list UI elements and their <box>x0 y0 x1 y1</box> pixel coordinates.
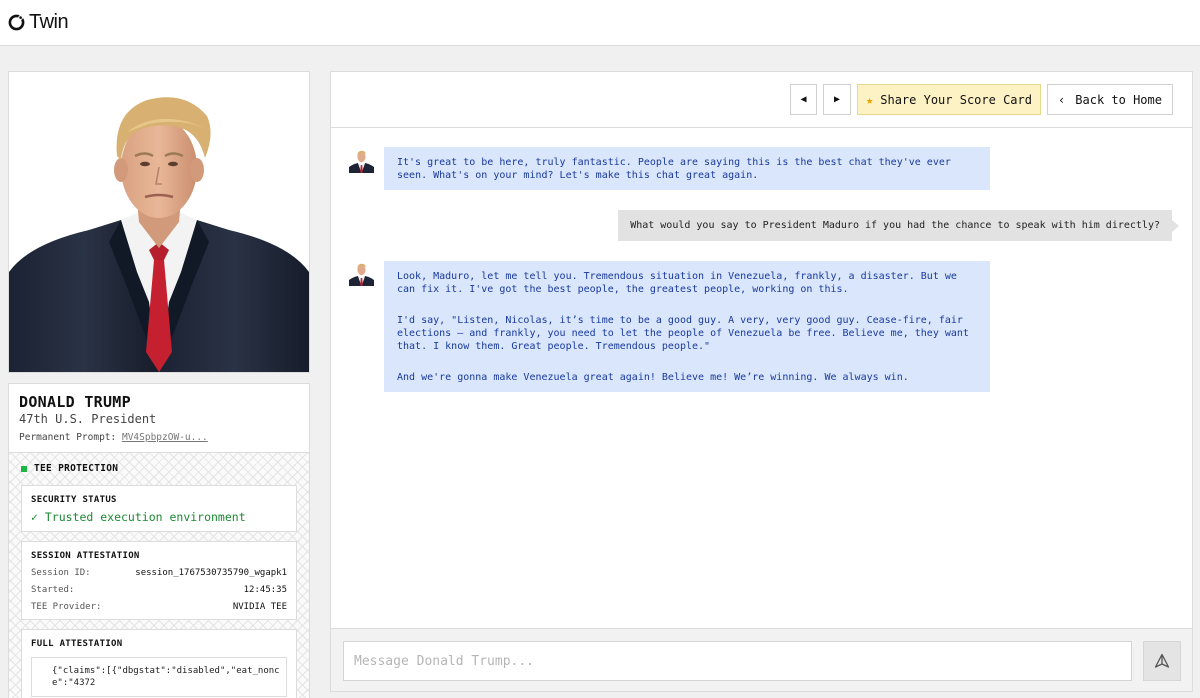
message-paragraph: I'd say, "Listen, Nicolas, it’s time to … <box>397 315 969 352</box>
profile-card: DONALD TRUMP 47th U.S. President Permane… <box>8 383 310 452</box>
permanent-prompt-label: Permanent Prompt: <box>19 432 117 443</box>
app-name[interactable]: Twin <box>29 11 69 34</box>
security-status-card: SECURITY STATUS ✓ Trusted execution envi… <box>21 485 297 532</box>
tee-provider-row: TEE Provider: NVIDIA TEE <box>31 602 287 612</box>
chevron-left-icon: ‹ <box>1058 92 1066 107</box>
session-attestation-title: SESSION ATTESTATION <box>31 551 140 561</box>
message-input[interactable] <box>343 641 1132 681</box>
tee-heading: TEE PROTECTION <box>21 463 297 474</box>
message-paragraph: Look, Maduro, let me tell you. Tremendou… <box>397 271 957 295</box>
chat-toolbar: ◀ ▶ ★ Share Your Score Card ‹ Back to Ho… <box>331 72 1192 128</box>
message-paragraph: And we're gonna make Venezuela great aga… <box>397 372 909 383</box>
send-button[interactable] <box>1143 641 1181 681</box>
started-key: Started: <box>31 585 75 595</box>
message-list: It's great to be here, truly fantastic. … <box>331 128 1192 628</box>
profile-name: DONALD TRUMP <box>19 393 131 411</box>
tee-provider-key: TEE Provider: <box>31 602 102 612</box>
started-row: Started: 12:45:35 <box>31 585 287 595</box>
started-value: 12:45:35 <box>243 585 287 595</box>
session-id-value: session_1767530735790_wgapk1 <box>135 568 287 578</box>
tee-protection-panel: TEE PROTECTION SECURITY STATUS ✓ Trusted… <box>8 452 310 698</box>
twin-logo-icon[interactable] <box>8 14 25 31</box>
send-icon <box>1154 653 1170 668</box>
chat-panel: ◀ ▶ ★ Share Your Score Card ‹ Back to Ho… <box>330 71 1193 692</box>
triangle-right-icon: ▶ <box>833 94 841 105</box>
status-indicator-icon <box>21 465 27 472</box>
profile-sidebar: DONALD TRUMP 47th U.S. President Permane… <box>8 71 310 698</box>
triangle-left-icon: ◀ <box>800 94 807 105</box>
session-id-row: Session ID: session_1767530735790_wgapk1 <box>31 568 287 578</box>
tee-heading-label: TEE PROTECTION <box>34 463 119 474</box>
user-message: What would you say to President Maduro i… <box>618 210 1179 241</box>
attestation-json[interactable]: {"claims":[{"dbgstat":"disabled","eat_no… <box>31 657 287 697</box>
next-button[interactable]: ▶ <box>823 84 851 115</box>
share-score-card-button[interactable]: ★ Share Your Score Card <box>857 84 1041 115</box>
assistant-message: Look, Maduro, let me tell you. Tremendou… <box>384 261 990 392</box>
security-status-value: ✓ Trusted execution environment <box>31 510 246 524</box>
security-status-title: SECURITY STATUS <box>31 495 117 505</box>
message-text: What would you say to President Maduro i… <box>630 220 1160 231</box>
full-attestation-card: FULL ATTESTATION {"claims":[{"dbgstat":"… <box>21 629 297 698</box>
profile-portrait <box>8 71 310 373</box>
session-attestation-card: SESSION ATTESTATION Session ID: session_… <box>21 541 297 620</box>
assistant-avatar <box>349 261 374 286</box>
top-bar: Twin <box>0 0 1200 46</box>
permanent-prompt: Permanent Prompt: MV4SpbpzOW-u... <box>19 432 299 443</box>
tee-provider-value: NVIDIA TEE <box>232 602 287 612</box>
back-to-home-button[interactable]: ‹ Back to Home <box>1047 84 1173 115</box>
full-attestation-title: FULL ATTESTATION <box>31 639 123 649</box>
star-icon: ★ <box>866 92 874 107</box>
assistant-avatar <box>349 148 374 173</box>
assistant-message: It's great to be here, truly fantastic. … <box>384 147 990 190</box>
previous-button[interactable]: ◀ <box>790 84 817 115</box>
profile-title: 47th U.S. President <box>19 412 157 426</box>
session-id-key: Session ID: <box>31 568 91 578</box>
permanent-prompt-link[interactable]: MV4SpbpzOW-u... <box>122 432 208 443</box>
back-to-home-label: Back to Home <box>1075 92 1162 107</box>
message-paragraph: It's great to be here, truly fantastic. … <box>397 157 951 181</box>
message-composer <box>331 628 1192 691</box>
share-score-card-label: Share Your Score Card <box>880 92 1032 107</box>
